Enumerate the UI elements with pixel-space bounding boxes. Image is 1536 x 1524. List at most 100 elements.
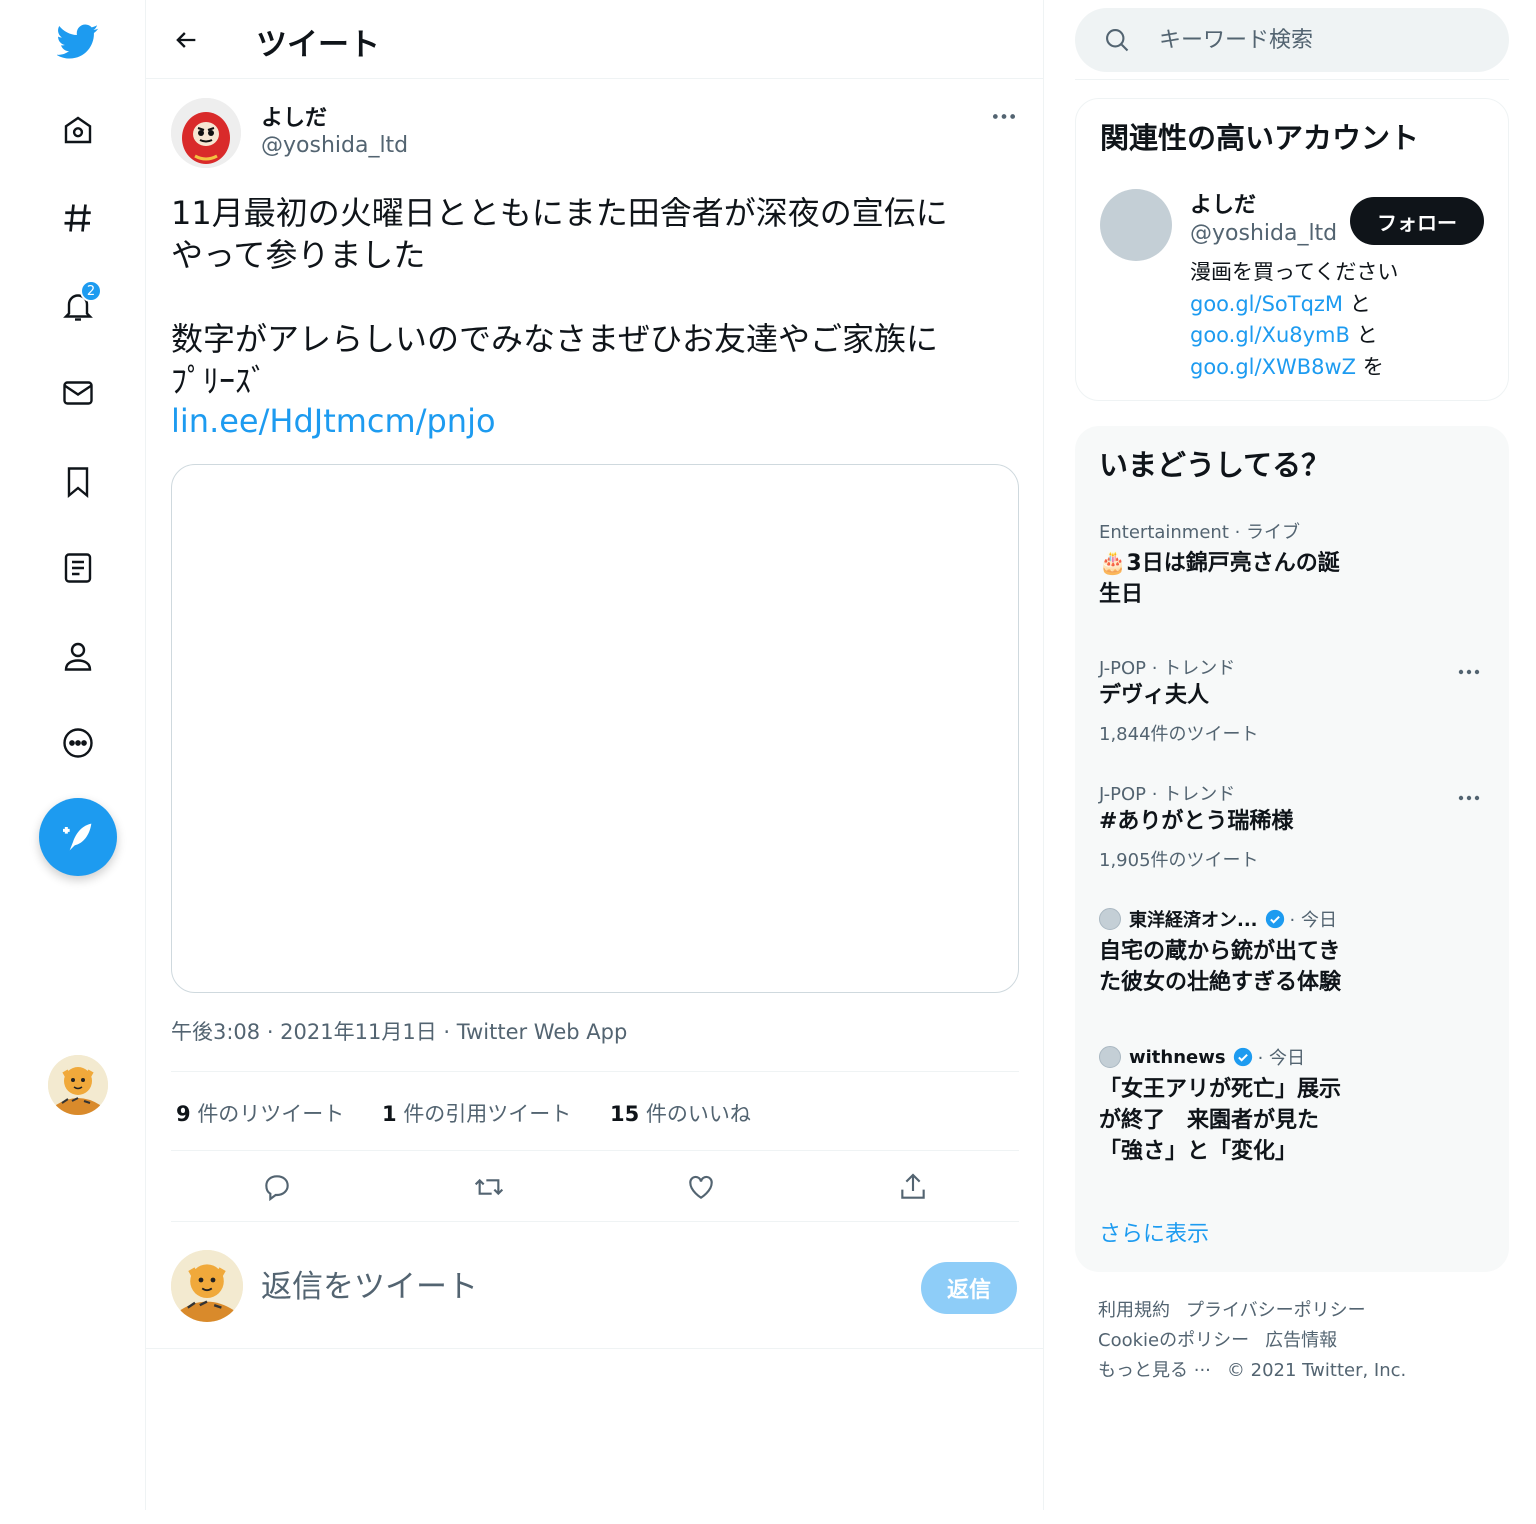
tweet-actions — [171, 1152, 1019, 1222]
tweet-author-avatar[interactable] — [171, 98, 241, 168]
arrow-left-icon — [176, 32, 196, 48]
retweet-icon — [474, 1178, 504, 1196]
bio-conjunction: と — [1356, 323, 1378, 347]
footer-privacy-link[interactable]: プライバシーポリシー — [1186, 1300, 1366, 1321]
profile-icon[interactable] — [57, 635, 99, 677]
trends-panel: いまどうしてる？ Entertainment · ライブ 🎂3日は錦戸亮さんの誕… — [1075, 426, 1509, 1272]
verified-badge-icon — [1265, 909, 1284, 929]
trends-title: いまどうしてる？ — [1099, 448, 1331, 482]
news-item[interactable]: 東洋経済オン... · 今日 自宅の蔵から銃が出てき た彼女の壮絶すぎる体験 — [1075, 904, 1509, 1014]
news-source: 東洋経済オン... — [1129, 910, 1258, 931]
share-icon — [901, 1173, 925, 1199]
trend-count: 1,844件のツイート — [1099, 724, 1259, 745]
reply-action[interactable] — [256, 1166, 298, 1208]
verified-badge-icon — [1233, 1047, 1252, 1067]
footer: 利用規約 プライバシーポリシー Cookieのポリシー 広告情報 もっと見る ···… — [1098, 1296, 1498, 1386]
news-source-row: withnews · 今日 — [1099, 1044, 1305, 1070]
news-title-line: 自宅の蔵から銃が出てき — [1099, 939, 1341, 964]
reply-user-avatar — [171, 1250, 243, 1322]
news-time: · 今日 — [1257, 1048, 1306, 1069]
quotes-stat[interactable]: 1 件の引用ツイート — [382, 1098, 571, 1128]
twitter-logo-icon[interactable] — [57, 20, 99, 62]
ellipsis-icon — [1458, 795, 1480, 801]
explore-hash-icon[interactable] — [57, 197, 99, 239]
bio-link[interactable]: goo.gl/XWB8wZ — [1190, 355, 1356, 379]
reply-input[interactable] — [261, 1262, 881, 1312]
trend-count: 1,905件のツイート — [1099, 850, 1259, 871]
search-input[interactable] — [1159, 22, 1479, 58]
ellipsis-icon — [992, 113, 1016, 119]
link-preview-card[interactable] — [171, 464, 1019, 993]
current-user-avatar[interactable] — [48, 1055, 108, 1115]
tweet-more-button[interactable] — [984, 100, 1024, 132]
compose-button[interactable] — [39, 798, 117, 876]
bio-link[interactable]: goo.gl/Xu8ymB — [1190, 323, 1350, 347]
account-bio-text: 漫画を買ってください — [1190, 260, 1399, 284]
tweet-text-line: 数字がアレらしいのでみなさまぜひお友達やご家族に — [171, 320, 939, 358]
tweet-stats: 9 件のリツイート 1 件の引用ツイート 15 件のいいね — [171, 1071, 1019, 1151]
retweet-action[interactable] — [468, 1166, 510, 1208]
trend-title-line: 🎂3日は錦戸亮さんの誕 — [1099, 551, 1340, 576]
trend-category: Entertainment · ライブ — [1099, 522, 1301, 543]
footer-copyright: © 2021 Twitter, Inc. — [1226, 1360, 1407, 1381]
news-title: 「女王アリが死亡」展示 が終了 来園者が見た 「強さ」と「変化」 — [1099, 1074, 1359, 1167]
back-button[interactable] — [166, 20, 206, 60]
tweet-author-handle[interactable]: @yoshida_ltd — [261, 133, 408, 158]
account-bio: 漫画を買ってください goo.gl/SoTqzM と goo.gl/Xu8ymB… — [1190, 257, 1490, 383]
divider — [146, 1348, 1044, 1349]
notification-badge: 2 — [80, 280, 102, 302]
tweet-text-line: 11月最初の火曜日とともにまた田舎者が深夜の宣伝に — [171, 194, 948, 232]
news-time: · 今日 — [1289, 910, 1337, 931]
account-name[interactable]: よしだ — [1190, 187, 1256, 219]
news-title-line: が終了 来園者が見た — [1099, 1108, 1320, 1133]
news-source-avatar — [1099, 1046, 1121, 1068]
news-title: 自宅の蔵から銃が出てき た彼女の壮絶すぎる体験 — [1099, 936, 1359, 998]
news-source-avatar — [1099, 908, 1121, 930]
footer-ads-link[interactable]: 広告情報 — [1265, 1330, 1337, 1351]
trend-title: #ありがとう瑞稀様 — [1099, 809, 1294, 834]
search-icon — [1106, 29, 1129, 52]
trend-more-button[interactable] — [1451, 660, 1487, 684]
reply-button[interactable]: 返信 — [921, 1262, 1017, 1314]
lists-icon[interactable] — [57, 547, 99, 589]
retweets-stat[interactable]: 9 件のリツイート — [176, 1098, 344, 1128]
tweet-link[interactable]: lin.ee/HdJtmcm/pnjo — [171, 402, 496, 440]
tweet-text-line: ﾌﾟﾘｰｽﾞ — [171, 362, 268, 400]
account-handle[interactable]: @yoshida_ltd — [1190, 221, 1337, 246]
tweet-timestamp[interactable]: 午後3:08 · 2021年11月1日 · Twitter Web App — [171, 1016, 627, 1046]
footer-terms-link[interactable]: 利用規約 — [1098, 1300, 1170, 1321]
share-action[interactable] — [892, 1166, 934, 1208]
trend-more-button[interactable] — [1451, 786, 1487, 810]
like-action[interactable] — [680, 1166, 722, 1208]
news-title-line: た彼女の壮絶すぎる体験 — [1099, 970, 1342, 995]
tweet-author-name[interactable]: よしだ — [261, 100, 327, 132]
tweet-text-line: やって参りました — [171, 236, 426, 274]
account-avatar[interactable] — [1100, 189, 1172, 261]
more-icon[interactable] — [57, 722, 99, 764]
footer-cookie-link[interactable]: Cookieのポリシー — [1098, 1330, 1249, 1351]
home-icon[interactable] — [57, 109, 99, 151]
search-bar[interactable] — [1075, 8, 1509, 72]
mail-icon[interactable] — [57, 372, 99, 414]
follow-button[interactable]: フォロー — [1350, 197, 1484, 245]
show-more-link[interactable]: さらに表示 — [1099, 1216, 1209, 1248]
news-title-line: 「強さ」と「変化」 — [1099, 1139, 1298, 1164]
ellipsis-icon — [1458, 669, 1480, 675]
main-column: ツイート よしだ @yoshida_ltd 11月最初の火曜日とともにまた田舎者… — [145, 0, 1044, 1510]
trend-item[interactable]: Entertainment · ライブ 🎂3日は錦戸亮さんの誕 生日 — [1075, 516, 1509, 616]
bio-link[interactable]: goo.gl/SoTqzM — [1190, 292, 1343, 316]
related-accounts-title: 関連性の高いアカウント — [1100, 121, 1420, 155]
trend-item[interactable]: J-POP · トレンド #ありがとう瑞稀様 1,905件のツイート — [1075, 778, 1509, 878]
compose-icon — [63, 823, 92, 851]
related-accounts-panel: 関連性の高いアカウント よしだ @yoshida_ltd フォロー 漫画を買って… — [1075, 98, 1509, 401]
left-nav: 2 — [0, 0, 146, 1524]
quotes-count: 1 — [382, 1102, 397, 1126]
trend-item[interactable]: J-POP · トレンド デヴィ夫人 1,844件のツイート — [1075, 652, 1509, 752]
tweet-text: 11月最初の火曜日とともにまた田舎者が深夜の宣伝に やって参りました 数字がアレ… — [171, 192, 1021, 402]
news-item[interactable]: withnews · 今日 「女王アリが死亡」展示 が終了 来園者が見た 「強さ… — [1075, 1042, 1509, 1182]
likes-stat[interactable]: 15 件のいいね — [610, 1098, 751, 1128]
bookmark-icon[interactable] — [57, 461, 99, 503]
page-title: ツイート — [256, 27, 380, 63]
footer-more-link[interactable]: もっと見る ··· — [1098, 1360, 1211, 1381]
reply-icon — [265, 1175, 289, 1202]
